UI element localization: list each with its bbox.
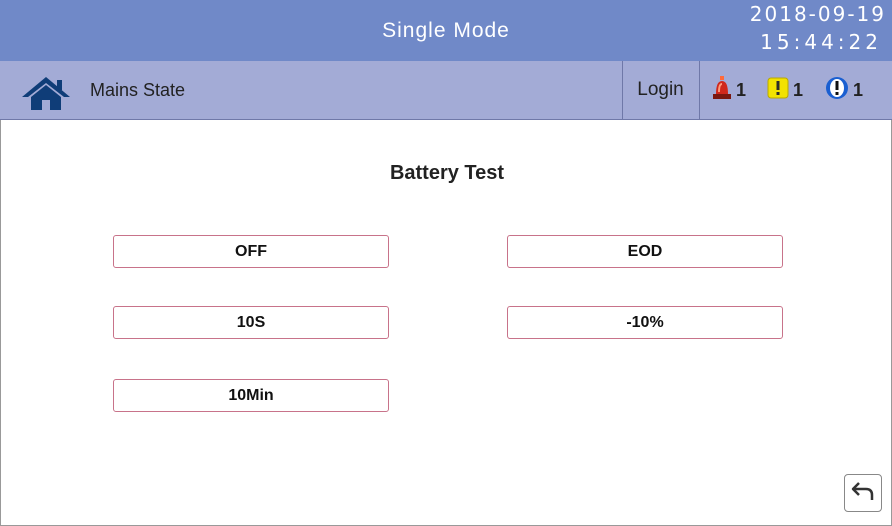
off-button[interactable]: OFF: [113, 235, 389, 268]
mains-state-label: Mains State: [90, 80, 186, 100]
divider: [699, 61, 700, 119]
10min-button[interactable]: 10Min: [113, 379, 389, 412]
critical-alarm-indicator[interactable]: 1: [712, 61, 746, 119]
title-bar: Single Mode 2018-09-19 15:44:22: [0, 0, 892, 61]
warning-alarm-indicator[interactable]: 1: [767, 61, 803, 119]
minus-10-percent-button[interactable]: -10%: [507, 306, 783, 339]
critical-alarm-count: 1: [736, 79, 747, 100]
screen: Single Mode 2018-09-19 15:44:22 Mains St…: [0, 0, 892, 526]
date-display: 2018-09-19: [749, 2, 886, 26]
back-arrow-icon: [851, 480, 875, 507]
info-alarm-count: 1: [853, 79, 864, 100]
content-panel: Battery Test OFF EOD 10S -10% 10Min: [0, 120, 892, 526]
home-icon[interactable]: [20, 75, 72, 111]
10s-button[interactable]: 10S: [113, 306, 389, 339]
status-bar: Mains State Login 1 1 1: [0, 61, 892, 120]
login-button[interactable]: Login: [622, 61, 699, 119]
warning-icon: [767, 77, 789, 104]
back-button[interactable]: [844, 474, 882, 512]
time-display: 15:44:22: [760, 30, 882, 54]
page-title: Battery Test: [389, 162, 505, 184]
warning-alarm-count: 1: [793, 79, 804, 100]
eod-button[interactable]: EOD: [507, 235, 783, 268]
siren-icon: [712, 75, 732, 105]
info-icon: [825, 76, 849, 105]
info-alarm-indicator[interactable]: 1: [825, 61, 863, 119]
